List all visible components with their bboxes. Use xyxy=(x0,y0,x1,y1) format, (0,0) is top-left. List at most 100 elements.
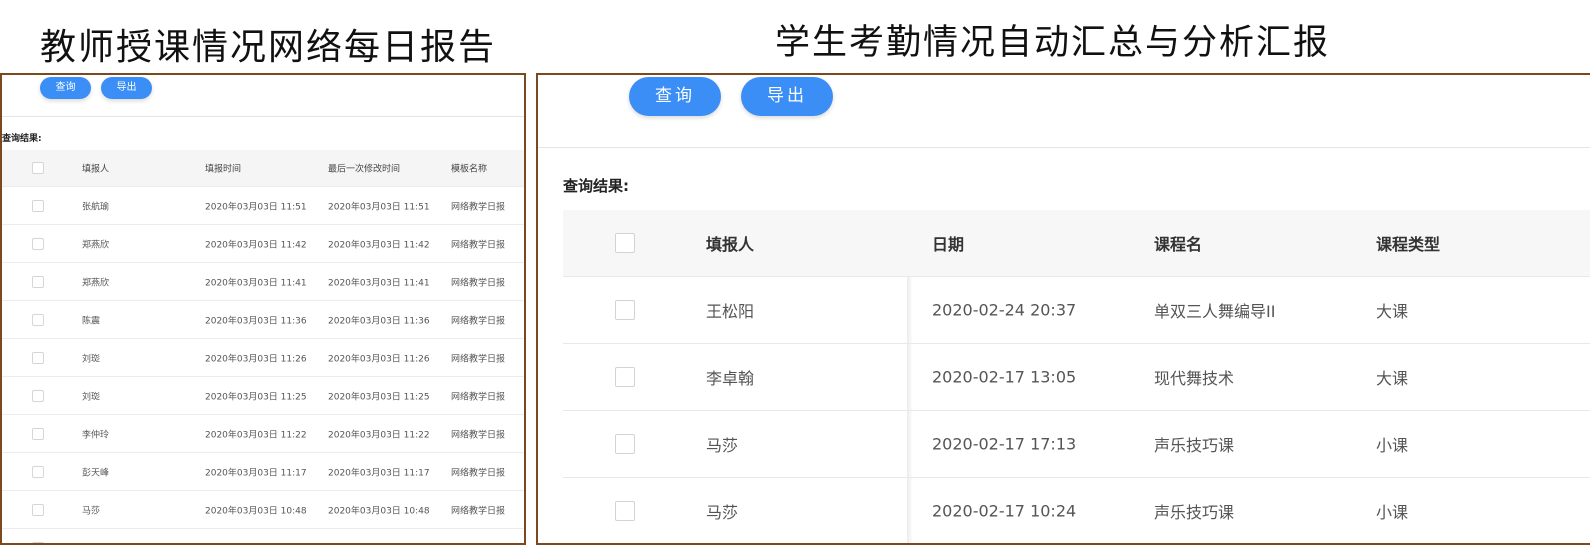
cell-col4: 大课 xyxy=(1376,369,1409,388)
cell-reporter: 马莎 xyxy=(706,503,739,522)
table-header: 填报人 填报时间 最后一次修改时间 模板名称 xyxy=(2,150,524,187)
toolbar-divider xyxy=(538,147,1590,148)
export-button[interactable]: 导出 xyxy=(101,77,152,99)
cell-reporter: 郑燕欣 xyxy=(82,278,110,288)
cell-col4: 小课 xyxy=(1376,436,1409,455)
attendance-table: 填报人 日期 课程名 课程类型 王松阳 2020-02-24 20:37 单双三人舞… xyxy=(563,210,1590,543)
cell-col4: 网络教学日报 xyxy=(451,392,506,402)
table-row[interactable]: 郑燕欣 2020年03月03日 11:42 2020年03月03日 11:42 网络教… xyxy=(2,225,524,263)
row-checkbox[interactable] xyxy=(32,275,44,288)
cell-col2: 2020年03月03日 11:42 xyxy=(205,240,307,250)
cell-col2: 2020年03月03日 11:36 xyxy=(205,316,307,326)
cell-col2: 2020年03月03日 10:48 xyxy=(205,506,307,516)
cell-col3: 2020年03月03日 11:26 xyxy=(328,354,430,364)
column-header-course-type[interactable]: 课程类型 xyxy=(1376,231,1440,255)
cell-col2: 2020-02-17 13:05 xyxy=(932,367,1077,387)
row-checkbox[interactable] xyxy=(615,501,635,521)
table-row[interactable]: 李卓翰 2020-02-17 13:05 现代舞技术 大课 xyxy=(563,344,1590,411)
row-checkbox[interactable] xyxy=(32,237,44,250)
table-row[interactable]: 郑燕欣 2020年03月03日 11:41 2020年03月03日 11:41 网络教… xyxy=(2,263,524,301)
export-button[interactable]: 导出 xyxy=(741,77,833,116)
table-row[interactable]: 马莎 2020-02-17 10:24 声乐技巧课 小课 xyxy=(563,478,1590,543)
cell-reporter: 刘珳 xyxy=(82,354,101,364)
query-button[interactable]: 查询 xyxy=(40,77,91,99)
cell-col4: 网络教学日报 xyxy=(451,541,505,543)
row-checkbox[interactable] xyxy=(32,465,44,478)
cell-col3: 现代舞技术 xyxy=(1154,369,1235,388)
row-checkbox[interactable] xyxy=(32,389,44,402)
cell-reporter: 刘珳 xyxy=(82,392,101,402)
table-row[interactable]: 彭天峰 2020年03月03日 09:56 2020年03月03日 09:56 网络教… xyxy=(2,529,524,543)
cell-col4: 大课 xyxy=(1376,302,1409,321)
cell-col2: 2020-02-24 20:37 xyxy=(932,300,1077,320)
row-checkbox[interactable] xyxy=(615,367,635,387)
row-checkbox[interactable] xyxy=(32,313,44,326)
cell-col2: 2020-02-17 17:13 xyxy=(932,434,1077,454)
cell-col2: 2020年03月03日 11:22 xyxy=(205,430,307,440)
table-row[interactable]: 彭天峰 2020年03月03日 11:17 2020年03月03日 11:17 网络教… xyxy=(2,453,524,491)
cell-reporter: 彭天峰 xyxy=(82,468,110,478)
row-checkbox[interactable] xyxy=(32,351,44,364)
cell-col3: 2020年03月03日 11:51 xyxy=(328,202,430,212)
cell-col3: 2020年03月03日 09:56 xyxy=(328,541,430,543)
toolbar-divider xyxy=(2,116,524,117)
row-checkbox[interactable] xyxy=(615,300,635,320)
cell-col3: 2020年03月03日 11:17 xyxy=(328,468,430,478)
column-header-reporter[interactable]: 填报人 xyxy=(706,231,754,255)
column-header-modified-time[interactable]: 最后一次修改时间 xyxy=(328,162,400,175)
select-all-checkbox[interactable] xyxy=(615,233,635,253)
cell-col2: 2020年03月03日 11:17 xyxy=(205,468,307,478)
table-row[interactable]: 王松阳 2020-02-24 20:37 单双三人舞编导II 大课 xyxy=(563,277,1590,344)
cell-col2: 2020年03月03日 09:56 xyxy=(205,541,307,543)
cell-reporter: 张航瑜 xyxy=(82,202,110,212)
column-header-date[interactable]: 日期 xyxy=(932,231,964,255)
cell-col3: 声乐技巧课 xyxy=(1154,503,1235,522)
row-checkbox[interactable] xyxy=(32,541,44,543)
result-label: 查询结果: xyxy=(563,177,629,195)
column-header-template[interactable]: 模板名称 xyxy=(451,162,487,175)
left-caption: 教师授课情况网络每日报告 xyxy=(40,27,497,68)
cell-reporter: 陈震 xyxy=(82,316,101,326)
query-button[interactable]: 查询 xyxy=(629,77,721,116)
cell-reporter: 彭天峰 xyxy=(82,541,109,543)
row-checkbox[interactable] xyxy=(32,427,44,440)
table-row[interactable]: 张航瑜 2020年03月03日 11:51 2020年03月03日 11:51 网络教… xyxy=(2,187,524,225)
cell-col4: 网络教学日报 xyxy=(451,468,506,478)
table-row[interactable]: 马莎 2020-02-17 17:13 声乐技巧课 小课 xyxy=(563,411,1590,478)
cell-col4: 网络教学日报 xyxy=(451,354,506,364)
cell-col3: 2020年03月03日 11:22 xyxy=(328,430,430,440)
row-checkbox[interactable] xyxy=(615,434,635,454)
row-checkbox[interactable] xyxy=(32,503,44,516)
attendance-panel: 查询 导出 查询结果: 填报人 日期 课程名 课程类型 王松阳 2020-02-2… xyxy=(536,73,1590,545)
cell-col4: 网络教学日报 xyxy=(451,316,506,326)
right-caption: 学生考勤情况自动汇总与分析汇报 xyxy=(775,23,1331,63)
cell-col2: 2020年03月03日 11:26 xyxy=(205,354,307,364)
cell-col3: 2020年03月03日 11:36 xyxy=(328,316,430,326)
select-all-checkbox[interactable] xyxy=(32,162,44,174)
cell-col2: 2020年03月03日 11:25 xyxy=(205,392,307,402)
table-row[interactable]: 李仲玲 2020年03月03日 11:22 2020年03月03日 11:22 网络教… xyxy=(2,415,524,453)
cell-col3: 声乐技巧课 xyxy=(1154,436,1235,455)
table-row[interactable]: 刘珳 2020年03月03日 11:26 2020年03月03日 11:26 网络教学… xyxy=(2,339,524,377)
column-header-report-time[interactable]: 填报时间 xyxy=(205,162,241,175)
cell-col3: 2020年03月03日 10:48 xyxy=(328,506,430,516)
table-row[interactable]: 刘珳 2020年03月03日 11:25 2020年03月03日 11:25 网络教学… xyxy=(2,377,524,415)
column-header-course-name[interactable]: 课程名 xyxy=(1154,231,1202,255)
cell-reporter: 李卓翰 xyxy=(706,369,755,388)
row-checkbox[interactable] xyxy=(32,199,44,212)
cell-col4: 网络教学日报 xyxy=(451,430,506,440)
cell-col4: 网络教学日报 xyxy=(451,506,506,516)
cell-col3: 2020年03月03日 11:42 xyxy=(328,240,430,250)
result-label: 查询结果: xyxy=(2,134,42,144)
table-header: 填报人 日期 课程名 课程类型 xyxy=(563,210,1590,277)
cell-col3: 2020年03月03日 11:25 xyxy=(328,392,430,402)
cell-col4: 网络教学日报 xyxy=(451,278,506,288)
column-header-reporter[interactable]: 填报人 xyxy=(82,162,109,175)
daily-report-panel: 查询 导出 查询结果: 填报人 填报时间 最后一次修改时间 模板名称 张航瑜 20… xyxy=(0,73,526,545)
table-row[interactable]: 陈震 2020年03月03日 11:36 2020年03月03日 11:36 网络教学… xyxy=(2,301,524,339)
cell-col4: 网络教学日报 xyxy=(451,240,506,250)
cell-col3: 单双三人舞编导II xyxy=(1154,302,1276,321)
cell-col2: 2020年03月03日 11:51 xyxy=(205,202,307,212)
table-row[interactable]: 马莎 2020年03月03日 10:48 2020年03月03日 10:48 网络教学… xyxy=(2,491,524,529)
cell-col3: 2020年03月03日 11:41 xyxy=(328,278,430,288)
